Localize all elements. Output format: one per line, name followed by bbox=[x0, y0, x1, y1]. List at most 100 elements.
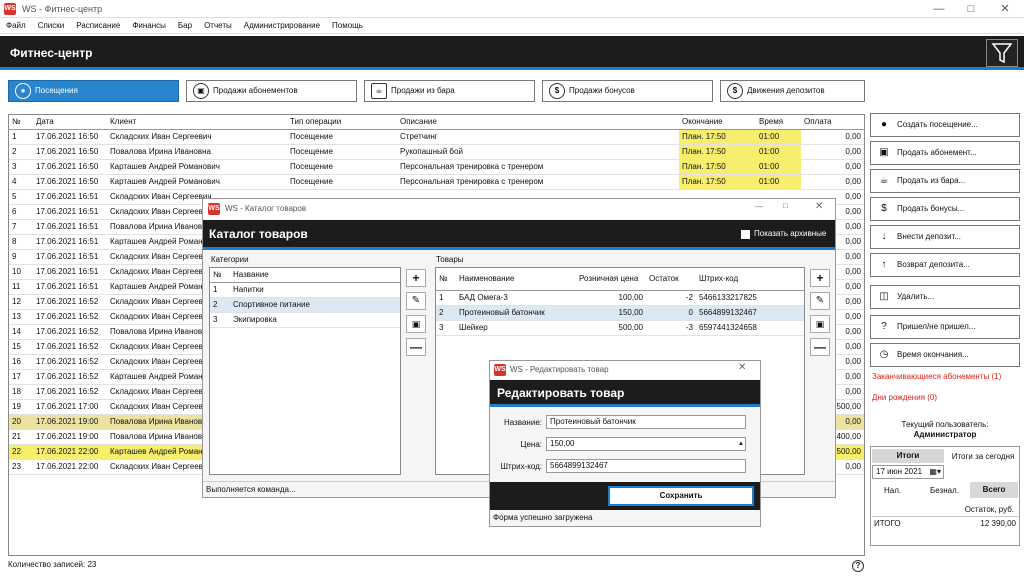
table-row[interactable]: 4 17.06.2021 16:50 Карташев Андрей Романов… bbox=[9, 174, 864, 190]
cell: 17.06.2021 17:00 bbox=[33, 399, 107, 415]
col-barcode[interactable]: Штрих-код bbox=[696, 268, 804, 291]
dollar-icon: $ bbox=[727, 83, 743, 99]
cell: 3 bbox=[436, 320, 456, 336]
menu-finance[interactable]: Финансы bbox=[126, 18, 172, 34]
close-icon[interactable]: ✕ bbox=[738, 362, 746, 373]
table-row[interactable]: 3 17.06.2021 16:50 Карташев Андрей Романов… bbox=[9, 159, 864, 175]
menu-help[interactable]: Помощь bbox=[326, 18, 369, 34]
delete-product-button[interactable]: — bbox=[810, 338, 830, 356]
sidebar-button-5[interactable]: ↓ Внести депозит... bbox=[870, 225, 1020, 249]
col-num[interactable]: № bbox=[9, 115, 33, 130]
menu-lists[interactable]: Списки bbox=[32, 18, 71, 34]
cell: Напитки bbox=[230, 282, 400, 298]
cell: 17.06.2021 16:51 bbox=[33, 204, 107, 220]
cell: Персональная тренировка с тренером bbox=[397, 159, 679, 175]
sidebar-button-1[interactable]: ● Создать посещение... bbox=[870, 113, 1020, 137]
price-field[interactable]: 150,00 ▲ bbox=[546, 437, 746, 451]
tab-subscriptions[interactable]: ▣ Продажи абонементов bbox=[186, 80, 357, 102]
cell: 6 bbox=[9, 204, 33, 220]
cell: 20 bbox=[9, 414, 33, 430]
menu-schedule[interactable]: Расписание bbox=[70, 18, 126, 34]
col-end[interactable]: Окончание bbox=[679, 115, 756, 130]
maximize-icon[interactable]: □ bbox=[783, 201, 788, 210]
cell: 15 bbox=[9, 339, 33, 355]
sidebar-button-3[interactable]: ☕ Продать из бара... bbox=[870, 169, 1020, 193]
sidebar-button-8[interactable]: ? Пришел/не пришел... bbox=[870, 315, 1020, 339]
birthdays-link[interactable]: Дни рождения (0) bbox=[872, 393, 937, 402]
cell: 17.06.2021 16:52 bbox=[33, 324, 107, 340]
col-desc[interactable]: Описание bbox=[397, 115, 679, 130]
menu-bar-item[interactable]: Бар bbox=[172, 18, 198, 34]
close-icon[interactable]: ✕ bbox=[815, 201, 823, 212]
archive-category-button[interactable]: ▣ bbox=[406, 315, 426, 333]
close-icon[interactable]: ✕ bbox=[990, 0, 1020, 18]
sidebar-button-4[interactable]: $ Продать бонусы... bbox=[870, 197, 1020, 221]
filter-button[interactable] bbox=[986, 39, 1018, 67]
col-price[interactable]: Розничная цена bbox=[576, 268, 646, 291]
col-payment[interactable]: Оплата bbox=[801, 115, 864, 130]
name-field[interactable]: Протеиновый батончик bbox=[546, 415, 746, 429]
table-row[interactable]: 2 Спортивное питание bbox=[210, 297, 400, 313]
totals-today-button[interactable]: Итоги за сегодня bbox=[950, 452, 1016, 462]
col-num[interactable]: № bbox=[210, 268, 230, 283]
col-date[interactable]: Дата bbox=[33, 115, 107, 130]
edit-category-button[interactable]: ✎ bbox=[406, 292, 426, 310]
col-name[interactable]: Наименование bbox=[456, 268, 576, 291]
maximize-icon[interactable]: □ bbox=[956, 0, 986, 18]
date-picker[interactable]: 17 июн 2021 ▦▾ bbox=[872, 465, 944, 479]
table-row[interactable]: 2 Протеиновый батончик 150,00 0 566489913246… bbox=[436, 305, 804, 321]
sidebar-button-6[interactable]: ↑ Возврат депозита... bbox=[870, 253, 1020, 277]
spinner-icon[interactable]: ▲ bbox=[738, 438, 745, 450]
archive-product-button[interactable]: ▣ bbox=[810, 315, 830, 333]
edit-window-title: WS - Редактировать товар bbox=[510, 365, 609, 374]
sidebar-button-2[interactable]: ▣ Продать абонемент... bbox=[870, 141, 1020, 165]
tab-bonus-sales[interactable]: $ Продажи бонусов bbox=[542, 80, 713, 102]
menu-file[interactable]: Файл bbox=[0, 18, 32, 34]
col-stock[interactable]: Остаток bbox=[646, 268, 696, 291]
table-row[interactable]: 1 Напитки bbox=[210, 282, 400, 298]
table-row[interactable]: 2 17.06.2021 16:50 Повалова Ирина Ивановна… bbox=[9, 144, 864, 160]
catalog-title: Каталог товаров bbox=[209, 227, 308, 241]
tab-deposits[interactable]: $ Движения депозитов bbox=[720, 80, 865, 102]
col-time[interactable]: Время bbox=[756, 115, 801, 130]
table-row[interactable]: 1 17.06.2021 16:50 Складских Иван Сергееви… bbox=[9, 129, 864, 145]
show-archive-checkbox[interactable] bbox=[741, 230, 750, 239]
cell: 7 bbox=[9, 219, 33, 235]
col-name[interactable]: Название bbox=[230, 268, 400, 283]
cell: 17.06.2021 19:00 bbox=[33, 429, 107, 445]
goods-label: Товары bbox=[436, 255, 464, 264]
cell: 01:00 bbox=[756, 159, 801, 175]
table-row[interactable]: 1 БАД Омега-3 100,00 -2 5466133217825 bbox=[436, 290, 804, 306]
col-num[interactable]: № bbox=[436, 268, 456, 291]
tab-bar-sales[interactable]: ☕ Продажи из бара bbox=[364, 80, 535, 102]
table-row[interactable]: 3 Шейкер 500,00 -3 6597441324658 bbox=[436, 320, 804, 336]
sidebar-button-9[interactable]: ◷ Время окончания... bbox=[870, 343, 1020, 367]
menu-reports[interactable]: Отчеты bbox=[198, 18, 238, 34]
delete-category-button[interactable]: — bbox=[406, 338, 426, 356]
col-client[interactable]: Клиент bbox=[107, 115, 287, 130]
minimize-icon[interactable]: — bbox=[755, 202, 763, 211]
tab-noncash[interactable]: Безнал. bbox=[930, 484, 959, 498]
totals-button[interactable]: Итоги bbox=[872, 449, 944, 463]
record-count: Количество записей: 23 bbox=[8, 560, 97, 569]
tab-visits[interactable]: ● Посещения bbox=[8, 80, 179, 102]
add-category-button[interactable]: + bbox=[406, 269, 426, 287]
menu-admin[interactable]: Администрирование bbox=[238, 18, 326, 34]
minimize-icon[interactable]: — bbox=[924, 0, 954, 18]
cell: 17.06.2021 16:50 bbox=[33, 174, 107, 190]
edit-product-button[interactable]: ✎ bbox=[810, 292, 830, 310]
sidebar-button-7[interactable]: ◫ Удалить... bbox=[870, 285, 1020, 309]
tab-label: Движения депозитов bbox=[747, 86, 825, 95]
barcode-field[interactable]: 5664899132467 bbox=[546, 459, 746, 473]
tab-total[interactable]: Всего bbox=[970, 482, 1018, 498]
table-row[interactable]: 3 Экипировка bbox=[210, 312, 400, 328]
add-product-button[interactable]: + bbox=[810, 269, 830, 287]
save-button[interactable]: Сохранить bbox=[608, 486, 754, 506]
trash-icon: ◫ bbox=[879, 291, 889, 302]
col-type[interactable]: Тип операции bbox=[287, 115, 397, 130]
deposit-out-icon: ↑ bbox=[881, 259, 887, 270]
expiring-subscriptions-link[interactable]: Заканчивающиеся абонементы (1) bbox=[872, 372, 1001, 381]
sidebar-button-label: Продать из бара... bbox=[897, 176, 966, 185]
tab-cash[interactable]: Нал. bbox=[884, 484, 901, 498]
help-icon[interactable]: ? bbox=[852, 560, 864, 572]
